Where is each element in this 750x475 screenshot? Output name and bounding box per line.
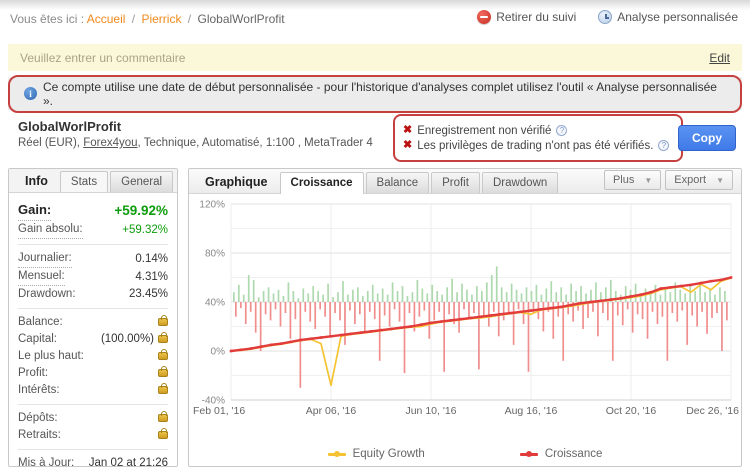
plus-dropdown[interactable]: Plus ▼: [603, 170, 662, 190]
svg-text:Feb 01, '16: Feb 01, '16: [193, 405, 245, 417]
minus-circle-icon: [477, 10, 492, 24]
tab-stats[interactable]: Stats: [59, 171, 109, 192]
breadcrumb-prefix: Vous êtes ici :: [10, 12, 85, 26]
remove-follow-label: Retirer du suivi: [496, 10, 577, 24]
red-cross-icon: ✖: [403, 139, 413, 151]
legend-croissance[interactable]: Croissance: [519, 448, 602, 460]
chart-tabbar: Graphique Croissance Balance Profit Draw…: [189, 169, 741, 194]
tab-general[interactable]: General: [110, 171, 174, 192]
notice-box: i Ce compte utilise une date de début pe…: [8, 74, 742, 113]
growth-chart[interactable]: 120%80%40%0%-40%Feb 01, '16 Apr 06, '16 Ju…: [189, 194, 741, 434]
account-details-suffix: , Technique, Automatisé, 1:100 , MetaTra…: [137, 137, 373, 149]
comment-placeholder: Veuillez entrer un commentaire: [20, 50, 186, 65]
stat-mensuel: Mensuel: 4.31%: [18, 268, 168, 286]
stat-balance: Balance:: [18, 314, 168, 331]
tab-drawdown[interactable]: Drawdown: [481, 172, 559, 193]
warning-row: ✖ Enregistrement non vérifié ?: [403, 125, 673, 137]
stat-gain-absolu: Gain absolu: +59.32%: [18, 221, 168, 239]
info-icon: i: [24, 87, 37, 100]
lock-icon: [158, 349, 168, 360]
stat-capital: Capital: (100.00%): [18, 331, 168, 348]
warning-row: ✖ Les privilèges de trading n'ont pas ét…: [403, 140, 673, 152]
svg-text:40%: 40%: [205, 298, 225, 309]
stat-journalier: Journalier: 0.14%: [18, 250, 168, 268]
custom-analysis-label: Analyse personnalisée: [617, 10, 738, 24]
svg-text:Aug 16, '16: Aug 16, '16: [505, 405, 558, 417]
comment-edit-link[interactable]: Edit: [709, 51, 730, 65]
verification-warnings: ✖ Enregistrement non vérifié ? ✖ Les pri…: [393, 114, 683, 162]
breadcrumb-link-accueil[interactable]: Accueil: [87, 12, 126, 26]
tab-croissance[interactable]: Croissance: [279, 172, 364, 194]
stat-interets: Intérêts:: [18, 382, 168, 399]
stat-depots: Dépôts:: [18, 410, 168, 427]
page-top-gradient: [0, 0, 750, 10]
tab-profit[interactable]: Profit: [431, 172, 480, 193]
svg-text:Oct 20, '16: Oct 20, '16: [606, 405, 657, 417]
lock-icon: [158, 315, 168, 326]
account-header: GlobalWorlProfit Réel (EUR), Forex4you, …: [8, 114, 742, 164]
lock-icon: [158, 428, 168, 439]
stat-drawdown: Drawdown: 23.45%: [18, 288, 168, 300]
account-name: GlobalWorlProfit: [18, 119, 122, 134]
help-icon[interactable]: ?: [556, 125, 568, 136]
stat-gain: Gain: +59.92%: [18, 200, 168, 221]
lock-icon: [158, 366, 168, 377]
svg-text:Apr 06, '16: Apr 06, '16: [306, 405, 357, 417]
chart-legend: Equity Growth Croissance: [189, 439, 741, 469]
chart-panel-label: Graphique: [205, 175, 268, 189]
lock-icon: [158, 383, 168, 394]
chart-panel: Graphique Croissance Balance Profit Draw…: [188, 168, 742, 467]
top-actions: Retirer du suivi Analyse personnalisée: [477, 10, 738, 24]
comment-input[interactable]: Veuillez entrer un commentaire Edit: [8, 44, 742, 71]
svg-text:0%: 0%: [211, 347, 226, 358]
stat-mis-a-jour: Mis à Jour: Jan 02 at 21:26: [18, 457, 168, 469]
account-details-prefix: Réel (EUR),: [18, 137, 84, 149]
copy-button[interactable]: Copy: [678, 125, 736, 151]
account-page: { "breadcrumb": { "prefix": "Vous êtes i…: [0, 0, 750, 475]
stat-profit: Profit:: [18, 365, 168, 382]
lock-icon: [158, 332, 168, 343]
broker-link[interactable]: Forex4you: [83, 137, 137, 149]
stat-plus-haut: Le plus haut:: [18, 348, 168, 365]
legend-equity-growth[interactable]: Equity Growth: [327, 448, 425, 460]
account-details: Réel (EUR), Forex4you, Technique, Automa…: [18, 137, 373, 149]
breadcrumb-separator: /: [187, 12, 192, 26]
tab-balance[interactable]: Balance: [365, 172, 430, 193]
breadcrumb-link-pierrick[interactable]: Pierrick: [141, 12, 181, 26]
help-icon[interactable]: ?: [658, 140, 670, 151]
svg-text:80%: 80%: [205, 249, 225, 260]
custom-analysis-button[interactable]: Analyse personnalisée: [598, 10, 738, 24]
legend-marker-icon: [327, 451, 346, 457]
stat-retraits: Retraits:: [18, 427, 168, 444]
info-panel: Info Stats General Gain: +59.92% Gain ab…: [8, 168, 178, 469]
warning-text: Les privilèges de trading n'ont pas été …: [417, 139, 654, 152]
legend-marker-icon: [519, 451, 538, 457]
remove-follow-button[interactable]: Retirer du suivi: [477, 10, 576, 24]
svg-text:Dec 26, '16: Dec 26, '16: [686, 405, 739, 417]
info-tabbar: Info Stats General: [9, 169, 177, 193]
chevron-down-icon: ▼: [716, 175, 724, 185]
warning-text: Enregistrement non vérifié: [417, 124, 552, 137]
export-dropdown[interactable]: Export ▼: [665, 170, 733, 190]
svg-text:120%: 120%: [199, 200, 225, 211]
lock-icon: [158, 411, 168, 422]
red-cross-icon: ✖: [403, 124, 413, 136]
custom-date-notice: i Ce compte utilise une date de début pe…: [8, 74, 742, 113]
svg-text:Jun 10, '16: Jun 10, '16: [405, 405, 456, 417]
notice-text: Ce compte utilise une date de début pers…: [43, 79, 717, 108]
breadcrumb-current: GlobalWorlProfit: [197, 12, 285, 26]
breadcrumb: Vous êtes ici : Accueil / Pierrick / Glo…: [10, 12, 285, 26]
clock-icon: [598, 10, 613, 24]
tab-info[interactable]: Info: [15, 170, 58, 192]
chevron-down-icon: ▼: [644, 175, 653, 185]
breadcrumb-separator: /: [131, 12, 136, 26]
info-body: Gain: +59.92% Gain absolu: +59.32% Journ…: [9, 193, 177, 475]
